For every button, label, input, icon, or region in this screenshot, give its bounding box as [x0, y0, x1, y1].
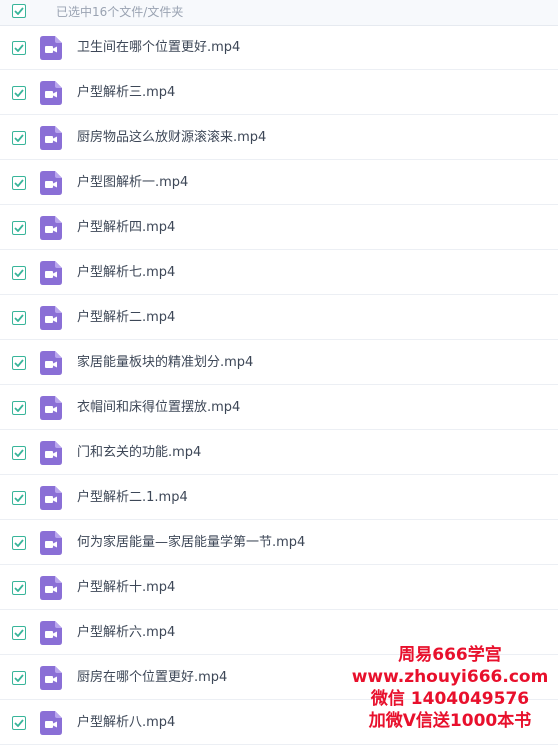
file-checkbox[interactable] — [12, 446, 26, 460]
checkmark-icon — [14, 719, 24, 727]
file-name: 厨房物品这么放财源滚滚来.mp4 — [77, 130, 267, 145]
file-checkbox[interactable] — [12, 671, 26, 685]
video-file-icon — [40, 711, 62, 735]
file-checkbox[interactable] — [12, 626, 26, 640]
video-file-icon — [40, 261, 62, 285]
checkmark-icon — [14, 134, 24, 142]
watermark-line-4: 加微V信送1000本书 — [368, 711, 532, 731]
checkmark-icon — [14, 674, 24, 682]
file-name: 户型解析六.mp4 — [77, 625, 176, 640]
video-file-icon — [40, 396, 62, 420]
video-file-icon — [40, 171, 62, 195]
file-checkbox[interactable] — [12, 581, 26, 595]
file-row[interactable]: 卫生间在哪个位置更好.mp4 — [0, 26, 558, 70]
file-name: 户型图解析一.mp4 — [77, 175, 189, 190]
file-name: 户型解析三.mp4 — [77, 85, 176, 100]
file-row[interactable]: 家居能量板块的精准划分.mp4 — [0, 341, 558, 385]
watermark-line-2: www.zhouyi666.com — [351, 667, 549, 687]
video-file-icon — [40, 666, 62, 690]
file-row[interactable]: 户型解析七.mp4 — [0, 251, 558, 295]
file-row[interactable]: 门和玄关的功能.mp4 — [0, 431, 558, 475]
file-name: 户型解析二.1.mp4 — [77, 490, 188, 505]
checkmark-icon — [14, 179, 24, 187]
file-name: 衣帽间和床得位置摆放.mp4 — [77, 400, 241, 415]
file-row[interactable]: 厨房物品这么放财源滚滚来.mp4 — [0, 116, 558, 160]
file-name: 厨房在哪个位置更好.mp4 — [77, 670, 228, 685]
watermark: 周易666学宫 www.zhouyi666.com 微信 1404049576 … — [350, 644, 550, 732]
file-row[interactable]: 户型图解析一.mp4 — [0, 161, 558, 205]
checkmark-icon — [14, 7, 24, 15]
watermark-line-1: 周易666学宫 — [398, 645, 502, 665]
file-row[interactable]: 户型解析二.1.mp4 — [0, 476, 558, 520]
video-file-icon — [40, 621, 62, 645]
selection-count-label: 已选中16个文件/文件夹 — [56, 5, 184, 19]
file-checkbox[interactable] — [12, 131, 26, 145]
checkmark-icon — [14, 89, 24, 97]
checkmark-icon — [14, 629, 24, 637]
watermark-line-3: 微信 1404049576 — [370, 689, 530, 709]
select-all-checkbox[interactable] — [12, 4, 26, 18]
video-file-icon — [40, 576, 62, 600]
selection-header: 已选中16个文件/文件夹 — [0, 0, 558, 26]
file-name: 户型解析七.mp4 — [77, 265, 176, 280]
video-file-icon — [40, 81, 62, 105]
file-row[interactable]: 户型解析二.mp4 — [0, 296, 558, 340]
video-file-icon — [40, 486, 62, 510]
file-checkbox[interactable] — [12, 491, 26, 505]
file-name: 门和玄关的功能.mp4 — [77, 445, 202, 460]
file-checkbox[interactable] — [12, 716, 26, 730]
video-file-icon — [40, 351, 62, 375]
checkmark-icon — [14, 539, 24, 547]
file-row[interactable]: 户型解析三.mp4 — [0, 71, 558, 115]
file-name: 户型解析二.mp4 — [77, 310, 176, 325]
checkmark-icon — [14, 404, 24, 412]
file-checkbox[interactable] — [12, 266, 26, 280]
file-name: 何为家居能量—家居能量学第一节.mp4 — [77, 535, 306, 550]
file-row[interactable]: 衣帽间和床得位置摆放.mp4 — [0, 386, 558, 430]
checkmark-icon — [14, 44, 24, 52]
checkmark-icon — [14, 449, 24, 457]
checkmark-icon — [14, 269, 24, 277]
video-file-icon — [40, 306, 62, 330]
video-file-icon — [40, 216, 62, 240]
checkmark-icon — [14, 224, 24, 232]
file-name: 户型解析十.mp4 — [77, 580, 176, 595]
file-checkbox[interactable] — [12, 86, 26, 100]
file-checkbox[interactable] — [12, 536, 26, 550]
video-file-icon — [40, 441, 62, 465]
file-checkbox[interactable] — [12, 41, 26, 55]
checkmark-icon — [14, 494, 24, 502]
file-name: 卫生间在哪个位置更好.mp4 — [77, 40, 241, 55]
video-file-icon — [40, 126, 62, 150]
checkmark-icon — [14, 359, 24, 367]
file-checkbox[interactable] — [12, 221, 26, 235]
video-file-icon — [40, 36, 62, 60]
file-checkbox[interactable] — [12, 311, 26, 325]
file-name: 家居能量板块的精准划分.mp4 — [77, 355, 254, 370]
file-name: 户型解析四.mp4 — [77, 220, 176, 235]
file-row[interactable]: 户型解析十.mp4 — [0, 566, 558, 610]
file-name: 户型解析八.mp4 — [77, 715, 176, 730]
file-checkbox[interactable] — [12, 401, 26, 415]
file-checkbox[interactable] — [12, 356, 26, 370]
file-row[interactable]: 户型解析四.mp4 — [0, 206, 558, 250]
checkmark-icon — [14, 584, 24, 592]
checkmark-icon — [14, 314, 24, 322]
file-checkbox[interactable] — [12, 176, 26, 190]
video-file-icon — [40, 531, 62, 555]
file-row[interactable]: 何为家居能量—家居能量学第一节.mp4 — [0, 521, 558, 565]
